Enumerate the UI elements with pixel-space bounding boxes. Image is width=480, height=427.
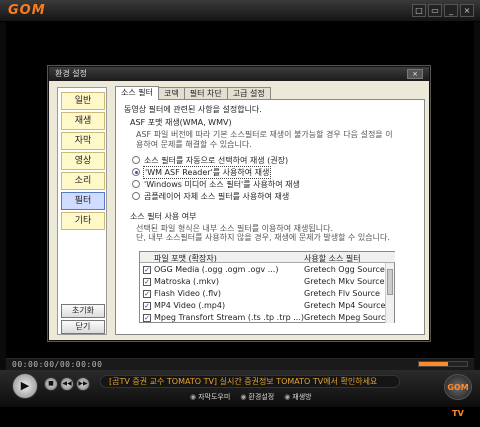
source-heading: 소스 필터 사용 여부 (130, 212, 197, 221)
row-format: Flash Video (.flv) (154, 289, 222, 298)
table-row[interactable]: ✓ Flash Video (.flv) Gretech Flv Source (140, 288, 386, 300)
table-row[interactable]: ✓ OGG Media (.ogg .ogm .ogv ...) Gretech… (140, 264, 386, 276)
row-format: Mpeg Transfort Stream (.ts .tp .trp ...) (154, 313, 304, 322)
row-filter: Gretech Mp4 Source (304, 301, 386, 310)
gom-player-window: GOM □ ▭ _ × 00:00:00/00:00:00 ▶ ■ ◀◀ ▶▶ … (0, 0, 480, 418)
settings-icon: ◉ (240, 393, 247, 401)
dialog-title: 환경 설정 (55, 69, 87, 78)
col-header-format: 파일 포맷 (확장자) (154, 254, 217, 263)
radio-windows-media[interactable] (132, 180, 140, 188)
dialog-title-bar[interactable]: 환경 설정 × (49, 67, 429, 81)
playlist-icon: ◉ (284, 393, 291, 401)
subtitle-icon: ◉ (190, 393, 197, 401)
col-header-filter: 사용할 소스 필터 (304, 254, 361, 263)
preferences-dialog: 환경 설정 × 일반 재생 자막 영상 소리 필터 기타 초기화 닫기 소스 필… (48, 66, 430, 341)
table-row[interactable]: ✓ Mpeg Transfort Stream (.ts .tp .trp ..… (140, 312, 390, 324)
news-ticker[interactable]: [곰TV 증권 교수 TOMATO TV] 실시간 증권정보 TOMATO TV… (100, 375, 400, 388)
row-format: MP4 Video (.mp4) (154, 301, 226, 310)
row-checkbox[interactable]: ✓ (143, 314, 151, 322)
scrollbar-thumb[interactable] (387, 269, 393, 295)
radio-gom-internal-label: 곰플레이어 자체 소스 필터를 사용하여 재생 (144, 192, 290, 201)
stop-button[interactable]: ■ (44, 377, 58, 391)
volume-slider[interactable] (418, 361, 468, 367)
sidebar-item-general[interactable]: 일반 (61, 92, 105, 110)
restore-button[interactable]: ▭ (428, 4, 442, 17)
radio-auto-select[interactable] (132, 156, 140, 164)
tab-source-filter[interactable]: 소스 필터 (115, 86, 159, 100)
asf-note-line2: 용하여 문제를 해결할 수 있습니다. (136, 140, 252, 149)
row-filter: Gretech Flv Source (304, 289, 380, 298)
radio-wm-asf-reader[interactable] (132, 168, 140, 176)
mini-mode-button[interactable]: □ (412, 4, 426, 17)
row-format: Matroska (.mkv) (154, 277, 219, 286)
next-button[interactable]: ▶▶ (76, 377, 90, 391)
source-note-line2: 단, 내부 소스필터를 사용하지 않을 경우, 재생에 문제가 발생할 수 있습… (136, 233, 390, 242)
settings-sidebar: 일반 재생 자막 영상 소리 필터 기타 초기화 닫기 (57, 87, 107, 335)
table-header: 파일 포맷 (확장자) 사용할 소스 필터 (140, 252, 395, 263)
playlist-link[interactable]: ◉ 재생방 (284, 392, 311, 402)
play-button[interactable]: ▶ (12, 373, 38, 399)
sidebar-item-playback[interactable]: 재생 (61, 112, 105, 130)
previous-button[interactable]: ◀◀ (60, 377, 74, 391)
reset-button[interactable]: 초기화 (61, 304, 105, 318)
control-bar: ▶ ■ ◀◀ ▶▶ [곰TV 증권 교수 TOMATO TV] 실시간 증권정보… (0, 370, 480, 418)
row-filter: Gretech Mkv Source (304, 277, 385, 286)
radio-wm-asf-label: 'WM ASF Reader'를 사용하여 재생 (143, 166, 272, 179)
radio-gom-internal[interactable] (132, 192, 140, 200)
minimize-button[interactable]: _ (444, 4, 458, 17)
dialog-close-button[interactable]: × (407, 69, 423, 79)
row-checkbox[interactable]: ✓ (143, 302, 151, 310)
row-format: OGG Media (.ogg .ogm .ogv ...) (154, 265, 279, 274)
table-row[interactable]: ✓ MP4 Video (.mp4) Gretech Mp4 Source (140, 300, 386, 312)
close-button[interactable]: × (460, 4, 474, 17)
title-bar[interactable]: GOM □ ▭ _ × (0, 0, 480, 22)
row-checkbox[interactable]: ✓ (143, 290, 151, 298)
row-filter: Gretech Mpeg Source (304, 313, 391, 322)
radio-windows-media-label: 'Windows 미디어 소스 필터'를 사용하여 재생 (144, 180, 300, 189)
panel-description: 동영상 필터에 관련된 사항을 설정합니다. (124, 105, 262, 114)
preferences-link[interactable]: ◉ 환경설정 (240, 392, 274, 402)
table-scrollbar[interactable] (385, 263, 394, 323)
subtitle-helper-link[interactable]: ◉ 자막도우미 (190, 392, 230, 402)
sidebar-item-filter[interactable]: 필터 (61, 192, 105, 210)
gom-tv-button[interactable]: GOM TV (444, 374, 472, 418)
row-checkbox[interactable]: ✓ (143, 278, 151, 286)
table-row[interactable]: ✓ Matroska (.mkv) Gretech Mkv Source (140, 276, 386, 288)
row-checkbox[interactable]: ✓ (143, 266, 151, 274)
sidebar-item-etc[interactable]: 기타 (61, 212, 105, 230)
gom-logo: GOM (8, 3, 46, 18)
sidebar-item-subtitle[interactable]: 자막 (61, 132, 105, 150)
seek-bar[interactable]: 00:00:00/00:00:00 (6, 358, 474, 370)
sidebar-item-video[interactable]: 영상 (61, 152, 105, 170)
row-filter: Gretech Ogg Source (304, 265, 385, 274)
dialog-close-button-bottom[interactable]: 닫기 (61, 320, 105, 334)
source-filter-table: 파일 포맷 (확장자) 사용할 소스 필터 ✓ OGG Media (.ogg … (139, 251, 395, 323)
asf-heading: ASF 포맷 재생(WMA, WMV) (130, 118, 232, 127)
radio-auto-label: 소스 필터를 자동으로 선택하여 재생 (권장) (144, 156, 289, 165)
sidebar-item-audio[interactable]: 소리 (61, 172, 105, 190)
